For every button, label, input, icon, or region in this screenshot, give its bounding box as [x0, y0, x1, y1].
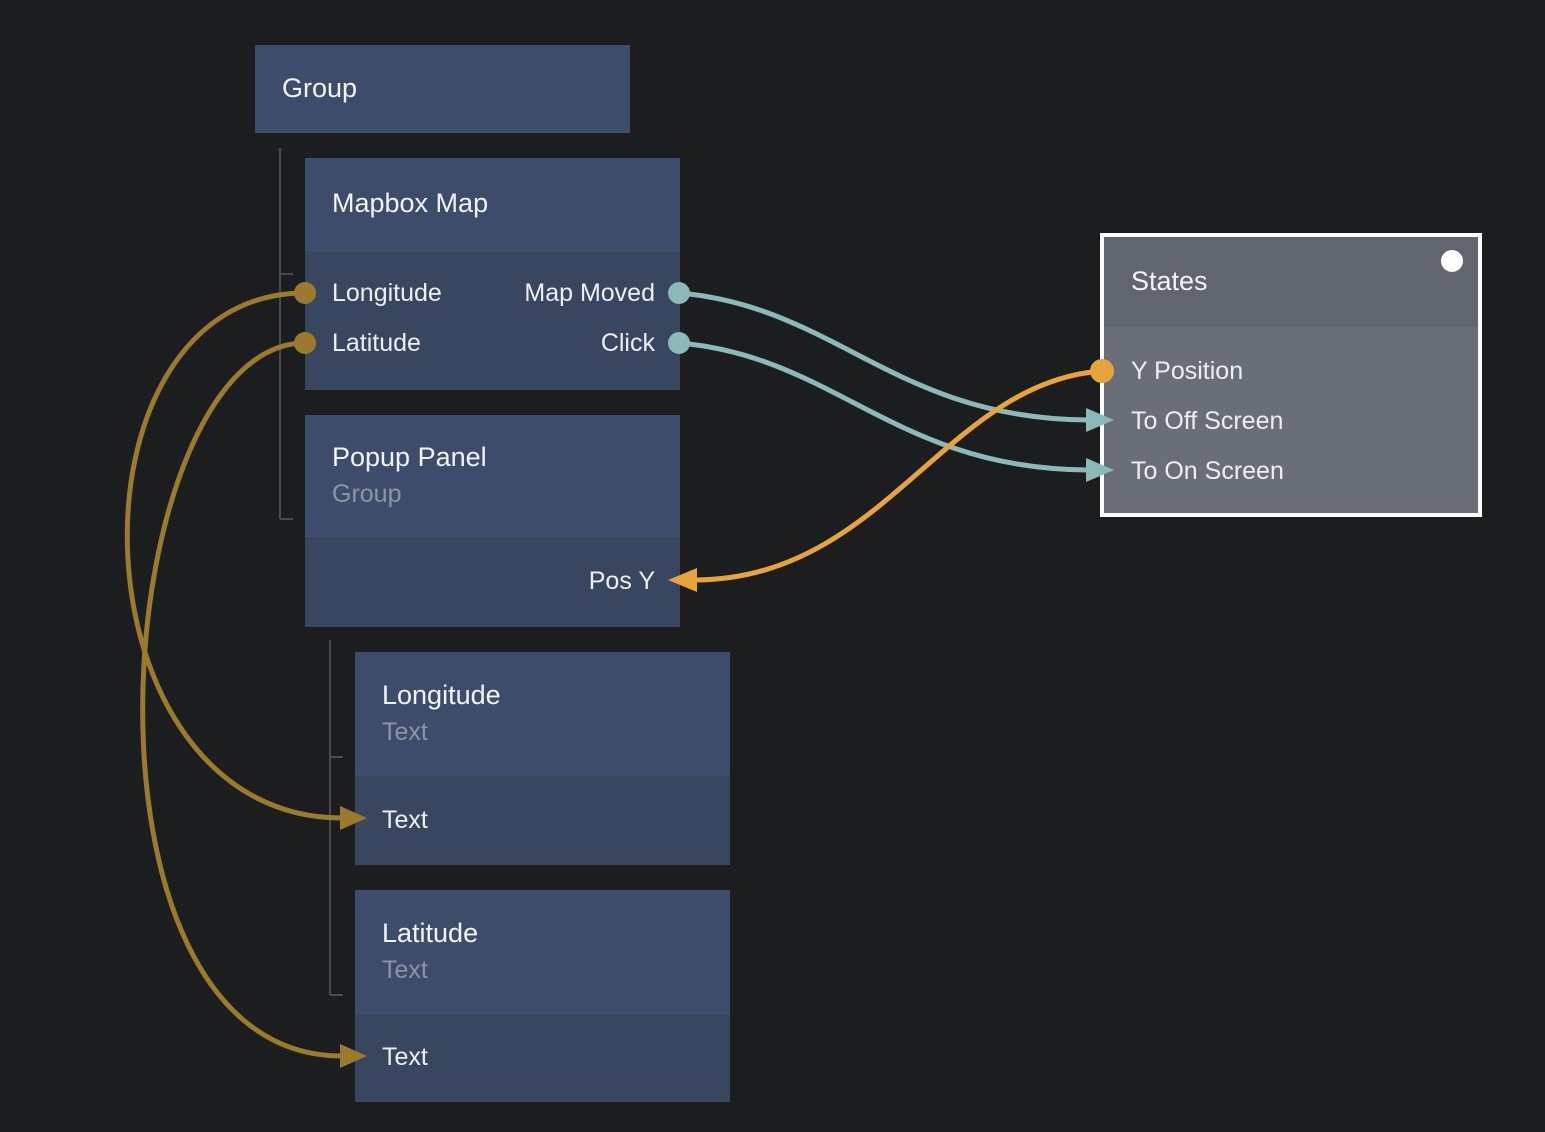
node-type-label: Group — [332, 478, 655, 511]
node-title: Longitude — [382, 679, 705, 713]
node-title: Popup Panel — [332, 441, 655, 475]
input-port-pos-y[interactable]: Pos Y — [589, 567, 655, 596]
input-port-to-on-screen[interactable]: To On Screen — [1131, 457, 1284, 486]
node-header[interactable]: Longitude Text — [355, 652, 730, 775]
wire-click-to-on-screen[interactable] — [679, 343, 1088, 470]
node-type-label: Text — [382, 716, 705, 749]
node-popup-panel[interactable]: Popup Panel Group Pos Y — [305, 415, 680, 627]
input-port-text[interactable]: Text — [382, 1043, 428, 1072]
node-header[interactable]: Latitude Text — [355, 890, 730, 1013]
port-row[interactable]: Y Position — [1104, 346, 1478, 396]
node-port-area: Text — [355, 1013, 730, 1102]
node-title: Group — [282, 72, 605, 106]
node-mapbox-map[interactable]: Mapbox Map Longitude Map Moved Latitude … — [305, 158, 680, 390]
node-port-area: Longitude Map Moved Latitude Click — [305, 250, 680, 390]
node-group[interactable]: Group — [255, 45, 630, 133]
input-port-latitude[interactable]: Latitude — [332, 329, 421, 358]
node-header[interactable]: States — [1104, 237, 1478, 327]
node-states[interactable]: States Y Position To Off Screen To On Sc… — [1100, 233, 1482, 517]
node-title: Latitude — [382, 917, 705, 951]
output-port-y-position[interactable]: Y Position — [1131, 357, 1243, 386]
node-longitude-text[interactable]: Longitude Text Text — [355, 652, 730, 865]
port-row[interactable]: Pos Y — [305, 536, 680, 627]
node-header[interactable]: Mapbox Map — [305, 158, 680, 250]
port-row[interactable]: Latitude Click — [305, 318, 680, 368]
node-type-label: Text — [382, 954, 705, 987]
wire-y-position-to-pos-y[interactable] — [695, 371, 1102, 580]
node-title: Mapbox Map — [332, 187, 655, 221]
port-row[interactable]: To Off Screen — [1104, 396, 1478, 446]
node-graph-canvas[interactable]: Group Mapbox Map Longitude Map Moved Lat… — [0, 0, 1545, 1132]
port-row[interactable]: To On Screen — [1104, 446, 1478, 496]
tree-line-group-children — [280, 148, 293, 519]
node-title: States — [1131, 265, 1453, 299]
port-row[interactable]: Text — [355, 1013, 730, 1102]
selection-indicator-dot — [1441, 250, 1463, 272]
port-row[interactable]: Longitude Map Moved — [305, 268, 680, 318]
input-port-to-off-screen[interactable]: To Off Screen — [1131, 407, 1283, 436]
port-row[interactable]: Text — [355, 775, 730, 865]
input-port-longitude[interactable]: Longitude — [332, 279, 442, 308]
node-port-area: Pos Y — [305, 536, 680, 627]
connections-layer — [0, 0, 1545, 1132]
output-port-click[interactable]: Click — [601, 329, 655, 358]
wire-map-moved-to-off-screen[interactable] — [679, 293, 1088, 420]
node-port-area: Text — [355, 775, 730, 865]
node-header[interactable]: Popup Panel Group — [305, 415, 680, 536]
input-port-text[interactable]: Text — [382, 806, 428, 835]
node-latitude-text[interactable]: Latitude Text Text — [355, 890, 730, 1102]
tree-line-popup-children — [330, 640, 343, 995]
output-port-map-moved[interactable]: Map Moved — [524, 279, 655, 308]
node-header[interactable]: Group — [255, 45, 630, 133]
node-port-area: Y Position To Off Screen To On Screen — [1104, 327, 1478, 513]
